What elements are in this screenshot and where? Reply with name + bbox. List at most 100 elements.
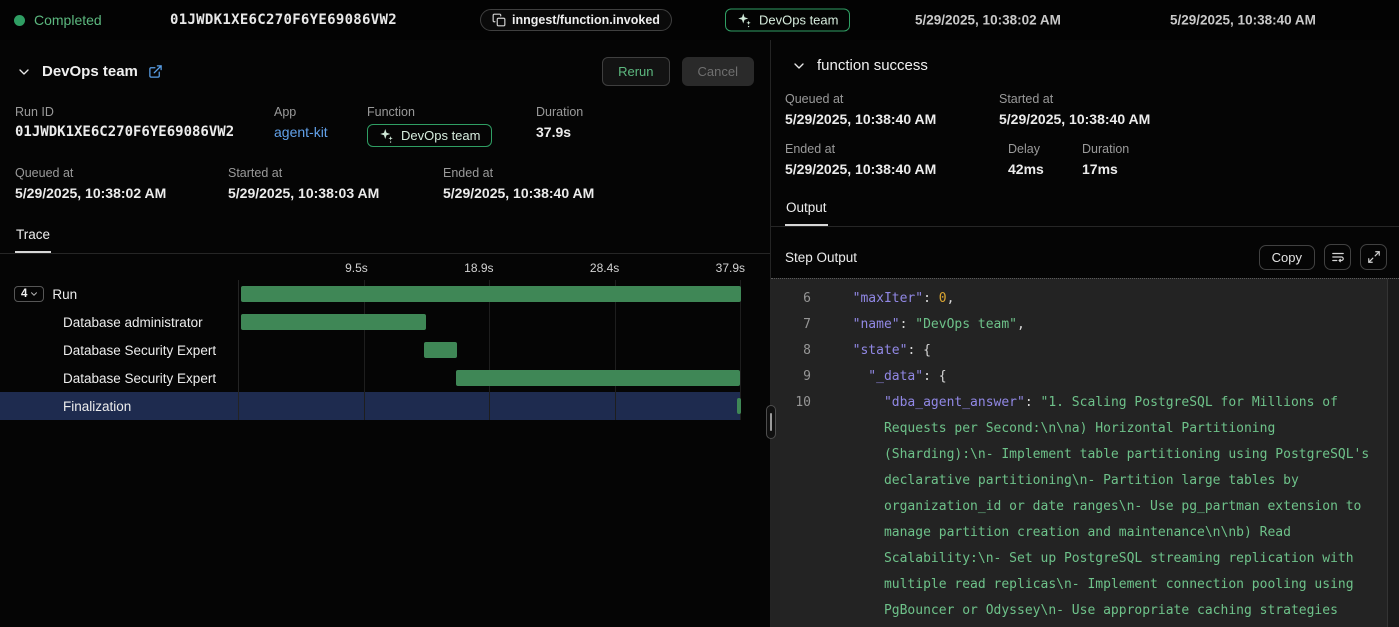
step-title: function success xyxy=(817,57,928,74)
cancel-button[interactable]: Cancel xyxy=(682,57,754,86)
trace-row-label: Database Security Expert xyxy=(63,371,216,386)
code-token: "state" xyxy=(853,343,908,358)
trace-row[interactable]: Database administrator xyxy=(0,308,741,336)
ended-at-value: 5/29/2025, 10:38:40 AM xyxy=(785,161,1008,177)
function-badge-label: DevOps team xyxy=(759,13,838,28)
code-token: : xyxy=(900,317,916,332)
ended-at-label: Ended at xyxy=(785,142,1008,156)
event-badge[interactable]: inngest/function.invoked xyxy=(480,9,672,31)
status-dot-icon xyxy=(14,15,25,26)
panel-resize-handle[interactable] xyxy=(766,405,776,439)
trace-row-graph xyxy=(238,280,741,308)
event-badge-label: inngest/function.invoked xyxy=(512,13,660,27)
event-copy-icon xyxy=(492,13,506,27)
span-count: 4 xyxy=(21,288,27,300)
ended-at-value: 5/29/2025, 10:38:40 AM xyxy=(443,185,755,201)
run-title: DevOps team xyxy=(42,63,138,80)
wrap-text-button[interactable] xyxy=(1324,244,1351,270)
trace-span-bar[interactable] xyxy=(241,286,741,302)
duration-label: Duration xyxy=(1082,142,1385,156)
line-number: 6 xyxy=(771,286,811,312)
code-token: "dba_agent_answer" xyxy=(884,395,1025,410)
code-token: : { xyxy=(907,343,930,358)
sparkles-icon xyxy=(737,13,752,28)
collapse-chevron-icon[interactable] xyxy=(791,58,807,74)
tab-trace[interactable]: Trace xyxy=(15,221,51,253)
ended-at-label: Ended at xyxy=(443,166,755,180)
trace-row[interactable]: Database Security Expert xyxy=(0,336,741,364)
app-label: App xyxy=(274,105,367,119)
run-meta-row1: Run ID 01JWDK1XE6C270F6YE69086VW2 App ag… xyxy=(0,100,770,148)
queued-at-value: 5/29/2025, 10:38:40 AM xyxy=(785,111,999,127)
expand-button[interactable] xyxy=(1360,244,1387,270)
expand-icon xyxy=(1367,250,1381,264)
started-at-label: Started at xyxy=(228,166,443,180)
step-output-header: Step Output Copy xyxy=(771,236,1399,278)
code-line: 10"dba_agent_answer": "1. Scaling Postgr… xyxy=(771,390,1387,627)
run-id-value: 01JWDK1XE6C270F6YE69086VW2 xyxy=(170,12,397,28)
duration-value: 37.9s xyxy=(536,124,755,140)
trace-row[interactable]: Finalization xyxy=(0,392,741,420)
code-token: : xyxy=(923,291,939,306)
code-token: "name" xyxy=(853,317,900,332)
chevron-down-icon xyxy=(29,289,39,299)
run-id: 01JWDK1XE6C270F6YE69086VW2 xyxy=(15,124,274,140)
trace-ticks: 9.5s18.9s28.4s37.9s xyxy=(238,256,741,280)
line-number: 8 xyxy=(771,338,811,364)
line-number: 9 xyxy=(771,364,811,390)
step-header: function success xyxy=(771,40,1399,88)
queued-at-label: Queued at xyxy=(15,166,228,180)
code-token: "_data" xyxy=(868,369,923,384)
run-status: Completed xyxy=(14,12,102,28)
trace-span-bar[interactable] xyxy=(424,342,457,358)
code-lines: 6"maxIter": 0,7"name": "DevOps team",8"s… xyxy=(771,286,1387,627)
trace-row-graph xyxy=(238,308,741,336)
main-split: DevOps team Rerun Cancel Run ID 01JWDK1X… xyxy=(0,40,1399,627)
function-badge[interactable]: DevOps team xyxy=(725,9,850,32)
app-link[interactable]: agent-kit xyxy=(274,124,367,140)
run-id-label: Run ID xyxy=(15,105,274,119)
span-count-badge[interactable]: 4 xyxy=(14,286,44,302)
external-link-icon[interactable] xyxy=(148,64,163,79)
code-token: "maxIter" xyxy=(853,291,923,306)
run-status-bar: Completed 01JWDK1XE6C270F6YE69086VW2 inn… xyxy=(0,0,1399,40)
step-details-panel: function success Queued at 5/29/2025, 10… xyxy=(771,40,1399,627)
trace-tick-label: 28.4s xyxy=(590,261,619,275)
step-meta-row1: Queued at 5/29/2025, 10:38:40 AM Started… xyxy=(771,88,1399,127)
trace-tick-label: 9.5s xyxy=(345,261,368,275)
trace-row-label: Finalization xyxy=(63,399,131,414)
trace-row-graph xyxy=(238,336,741,364)
trace-row-graph xyxy=(238,364,741,392)
function-pill[interactable]: DevOps team xyxy=(367,124,492,147)
trace-span-bar[interactable] xyxy=(456,370,740,386)
code-token: 0 xyxy=(939,291,947,306)
run-tabs: Trace xyxy=(0,221,770,254)
trace-waterfall: 9.5s18.9s28.4s37.9s 4Run Database adminis… xyxy=(0,256,741,420)
step-output-code[interactable]: 6"maxIter": 0,7"name": "DevOps team",8"s… xyxy=(771,278,1399,627)
queued-at-label: Queued at xyxy=(785,92,999,106)
copy-button[interactable]: Copy xyxy=(1259,245,1315,270)
step-output-title: Step Output xyxy=(785,250,857,265)
code-line: 8 "state": { xyxy=(771,338,1387,364)
code-token: "DevOps team" xyxy=(915,317,1017,332)
trace-row-label: Database administrator xyxy=(63,315,203,330)
function-label: Function xyxy=(367,105,536,119)
step-meta-row2: Ended at 5/29/2025, 10:38:40 AM Delay 42… xyxy=(771,127,1399,177)
code-line: 6"maxIter": 0, xyxy=(771,286,1387,312)
trace-row[interactable]: 4Run xyxy=(0,280,741,308)
code-line: 7"name": "DevOps team", xyxy=(771,312,1387,338)
code-token: : xyxy=(1025,395,1041,410)
code-scrollbar[interactable] xyxy=(1387,279,1399,627)
collapse-chevron-icon[interactable] xyxy=(16,64,32,80)
rerun-button[interactable]: Rerun xyxy=(602,57,669,86)
trace-row-graph xyxy=(238,392,741,420)
started-at-value: 5/29/2025, 10:38:40 AM xyxy=(999,111,1385,127)
trace-span-bar[interactable] xyxy=(241,314,426,330)
tab-output[interactable]: Output xyxy=(785,194,828,226)
started-at-value: 5/29/2025, 10:38:03 AM xyxy=(228,185,443,201)
run-meta-row2: Queued at 5/29/2025, 10:38:02 AM Started… xyxy=(0,148,770,201)
line-number: 10 xyxy=(771,390,811,627)
trace-span-bar[interactable] xyxy=(737,398,741,414)
duration-value: 17ms xyxy=(1082,161,1385,177)
trace-row[interactable]: Database Security Expert xyxy=(0,364,741,392)
